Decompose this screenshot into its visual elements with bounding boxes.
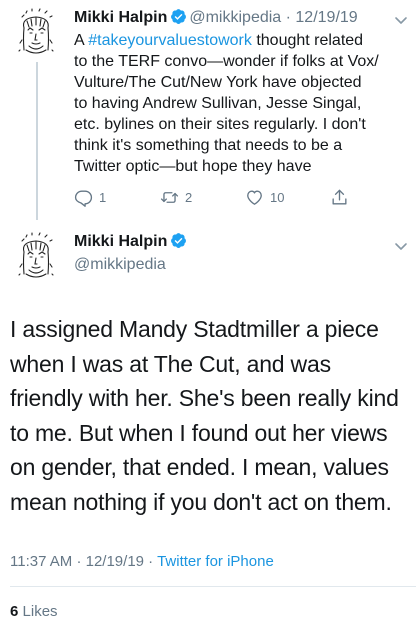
reply-button[interactable]: 1 xyxy=(74,186,106,208)
reply-to-tweet-text: A #takeyourvaluestowork thought related … xyxy=(74,30,410,177)
tweet-text-line: when I was at The Cut, and was xyxy=(10,350,331,377)
tweet-actions: 1 2 10 xyxy=(74,186,374,208)
avatar[interactable] xyxy=(10,6,62,58)
tweet-text-line: Vulture/The Cut/New York have objected xyxy=(74,74,362,91)
separator-dot: · xyxy=(76,553,82,570)
share-button[interactable] xyxy=(330,186,349,208)
avatar[interactable] xyxy=(10,230,62,282)
avatar-sketch-icon xyxy=(17,8,55,54)
hashtag-link[interactable]: #takeyourvaluestowork xyxy=(88,32,252,49)
retweet-count: 2 xyxy=(185,189,193,205)
retweet-icon xyxy=(160,191,179,203)
separator-dot: · xyxy=(148,553,154,570)
tweet-text-line: to having Andrew Sullivan, Jesse Singal, xyxy=(74,95,362,112)
verified-badge-icon xyxy=(170,8,187,25)
tweet-text: I assigned Mandy Stadtmiller a piece whe… xyxy=(10,312,410,519)
reply-count: 1 xyxy=(99,189,107,205)
reply-icon xyxy=(74,189,93,207)
author-name[interactable]: Mikki Halpin xyxy=(74,9,167,26)
tweet-text-line: think it's something that needs to be a xyxy=(74,137,343,154)
author-handle[interactable]: @mikkipedia xyxy=(189,9,281,26)
tweet-text-line: etc. bylines on their sites regularly. I… xyxy=(74,116,366,133)
tweet-text-line: friendly with her. She's been really kin… xyxy=(10,385,399,411)
likes-count: 6 xyxy=(10,603,19,620)
divider xyxy=(10,586,416,587)
tweet-date[interactable]: 12/19/19 xyxy=(295,9,357,26)
tweet-metadata: 11:37 AM · 12/19/19 · Twitter for iPhone xyxy=(10,552,274,572)
tweet-text-line: to the TERF convo—wonder if folks at Vox… xyxy=(74,53,379,70)
author-name-row: Mikki Halpin xyxy=(74,232,189,252)
thread-connector-line xyxy=(36,62,38,220)
verified-badge-icon xyxy=(170,232,187,249)
share-icon xyxy=(332,189,347,205)
tweet-text-line: I assigned Mandy Stadtmiller a piece xyxy=(10,316,379,342)
chevron-down-icon[interactable] xyxy=(393,238,409,254)
tweet-time[interactable]: 11:37 AM xyxy=(10,553,72,570)
tweet-source-link[interactable]: Twitter for iPhone xyxy=(157,553,274,570)
tweet-date[interactable]: 12/19/19 xyxy=(86,553,144,570)
chevron-down-icon[interactable] xyxy=(393,12,409,28)
retweet-button[interactable]: 2 xyxy=(160,186,192,208)
like-button[interactable]: 10 xyxy=(245,186,284,208)
tweet-text-line: mean nothing if you don't act on them. xyxy=(10,488,392,515)
tweet-text-line: on gender, that ended. I mean, values xyxy=(10,454,389,480)
avatar-sketch-icon xyxy=(17,232,55,278)
likes-summary[interactable]: 6 Likes xyxy=(10,602,58,622)
likes-label: Likes xyxy=(22,603,58,620)
like-icon xyxy=(247,189,262,205)
separator-dot: · xyxy=(281,9,296,26)
author-handle[interactable]: @mikkipedia xyxy=(74,255,166,275)
tweet-text-line: A #takeyourvaluestowork thought related xyxy=(74,32,364,49)
like-count: 10 xyxy=(270,189,285,205)
reply-to-header: Mikki Halpin @mikkipedia · 12/19/19 xyxy=(74,8,394,28)
tweet-text-line: to me. But when I found out her views xyxy=(10,419,388,446)
tweet-text-line: Twitter optic—but hope they have xyxy=(74,158,312,175)
author-name[interactable]: Mikki Halpin xyxy=(74,233,167,250)
